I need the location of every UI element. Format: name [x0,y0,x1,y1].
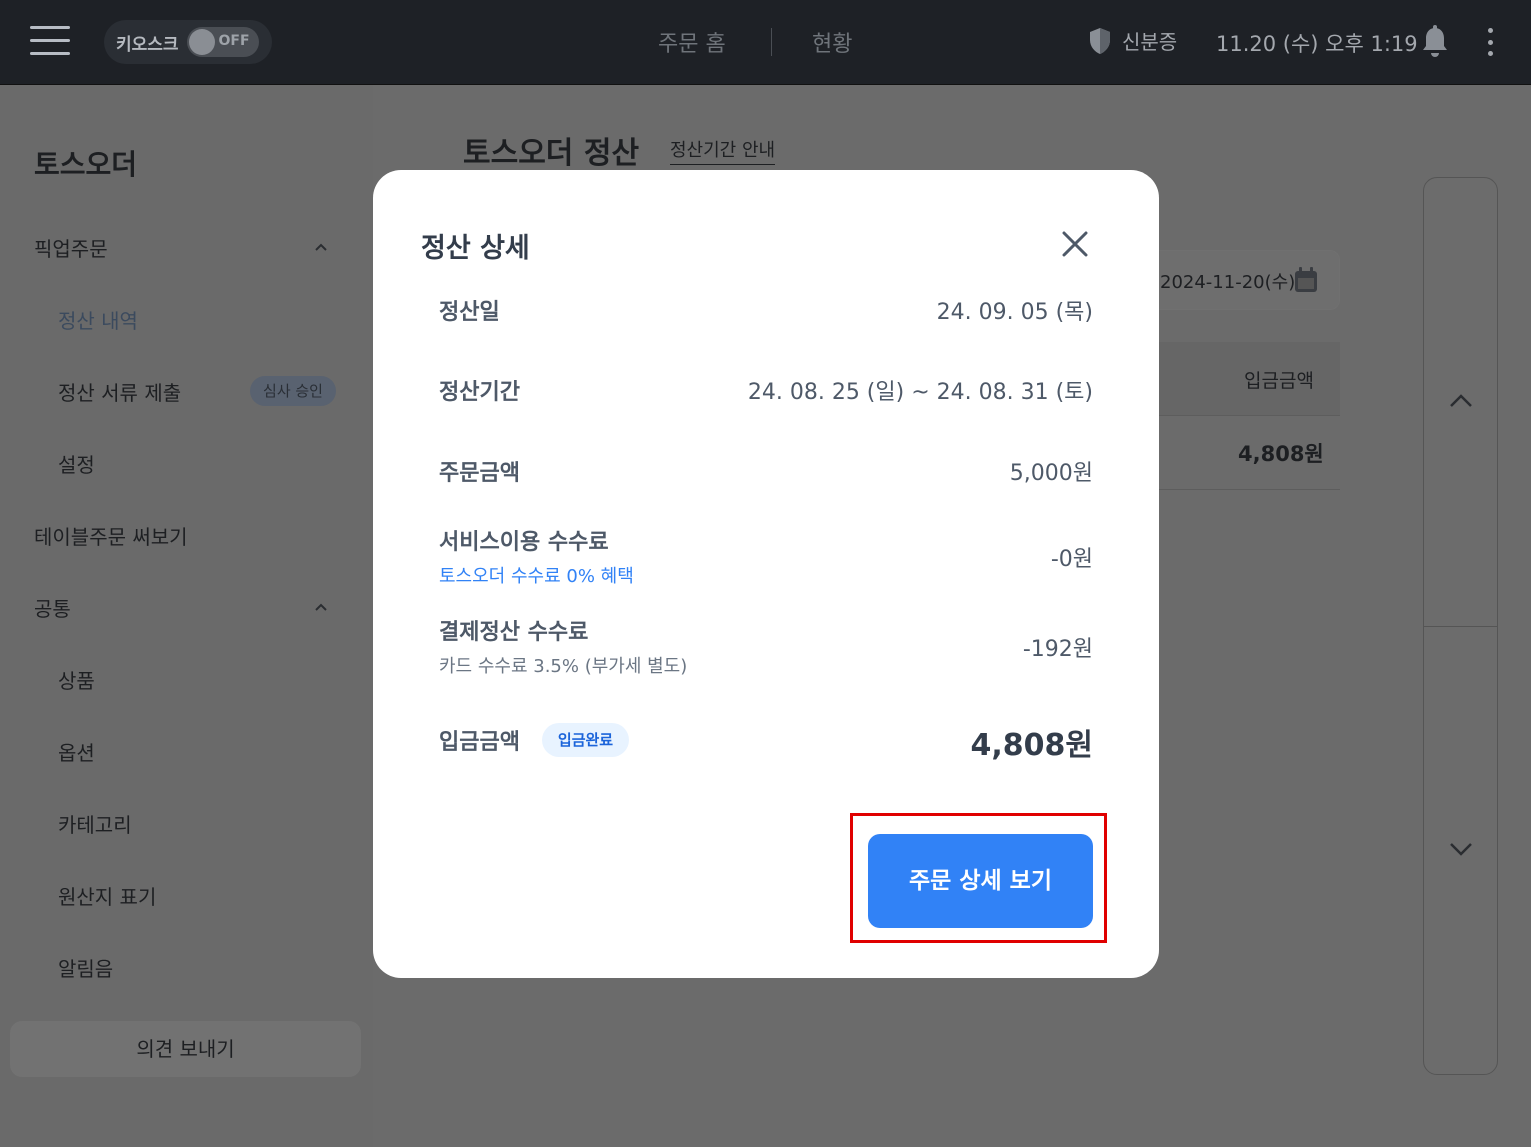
date-value: 2024-11-20(수) [1160,272,1296,293]
nav-divider [771,28,772,56]
bell-icon[interactable] [1420,25,1450,59]
order-amount-label: 주문금액 [439,461,520,486]
deposit-amount-label: 입금금액 [439,730,520,755]
settlement-period-value: 24. 08. 25 (일) ~ 24. 08. 31 (토) [747,380,1093,405]
datetime: 11.20 (수) 오후 1:19 [1216,32,1418,56]
chevron-down-icon[interactable] [1448,840,1474,858]
top-bar: 키오스크 OFF 주문 홈 현황 신분증 11.20 (수) 오후 1:19 [0,0,1531,85]
chevron-up-icon[interactable] [314,240,328,254]
calendar-icon[interactable] [1294,267,1318,293]
deposit-status-badge: 입금완료 [542,723,629,757]
sidebar-item-alarm[interactable]: 알림음 [58,953,113,982]
order-amount-value: 5,000원 [1009,461,1093,486]
feedback-button[interactable]: 의견 보내기 [10,1021,361,1077]
kiosk-toggle-state: OFF [218,33,250,49]
status-badge: 심사 승인 [250,376,336,406]
sidebar-item-categories[interactable]: 카테고리 [58,809,132,838]
payment-fee-value: -192원 [1022,637,1093,662]
service-fee-label: 서비스이용 수수료 [439,530,609,555]
kiosk-toggle-group[interactable]: 키오스크 OFF [104,20,272,64]
settlement-period-label: 정산기간 [439,380,520,405]
settlement-date-label: 정산일 [439,300,500,325]
menu-icon[interactable] [30,26,70,56]
column-header-amount: 입금금액 [1244,370,1314,392]
toggle-knob [188,29,215,55]
table-cell-amount: 4,808원 [1238,442,1324,466]
settlement-date-value: 24. 09. 05 (목) [936,300,1093,325]
chevron-up-icon[interactable] [1448,392,1474,410]
page-title: 토스오더 정산 [463,136,640,171]
close-icon[interactable] [1059,228,1091,260]
settlement-detail-modal: 정산 상세 정산일 24. 09. 05 (목) 정산기간 24. 08. 25… [373,170,1159,978]
kiosk-toggle[interactable]: OFF [186,27,259,57]
id-card-label: 신분증 [1122,30,1178,54]
chevron-up-icon[interactable] [314,600,328,614]
sidebar-title: 토스오더 [34,148,138,181]
more-icon[interactable] [1486,28,1494,56]
service-fee-benefit: 토스오더 수수료 0% 혜택 [439,566,634,587]
sidebar-item-settlement-history[interactable]: 정산 내역 [58,305,138,334]
sidebar-item-doc-submit[interactable]: 정산 서류 제출 [58,377,181,406]
order-detail-button[interactable]: 주문 상세 보기 [868,834,1093,928]
sidebar-item-products[interactable]: 상품 [58,665,95,694]
sidebar-item-common[interactable]: 공통 [34,593,71,622]
kiosk-label: 키오스크 [116,34,179,55]
nav-order-home[interactable]: 주문 홈 [658,26,726,58]
payment-fee-note: 카드 수수료 3.5% (부가세 별도) [439,656,688,677]
shield-icon [1090,27,1110,54]
sidebar-item-table-order[interactable]: 테이블주문 써보기 [34,521,188,550]
nav-status[interactable]: 현황 [812,26,852,58]
id-card-button[interactable]: 신분증 [1088,26,1177,55]
modal-title: 정산 상세 [421,233,530,264]
payment-fee-label: 결제정산 수수료 [439,620,589,645]
deposit-amount-value: 4,808원 [970,728,1094,763]
sidebar-item-settings[interactable]: 설정 [58,449,95,478]
sidebar-item-pickup[interactable]: 픽업주문 [34,233,108,262]
scroll-divider [1424,626,1497,627]
sidebar-item-origin[interactable]: 원산지 표기 [58,881,156,910]
sidebar-item-options[interactable]: 옵션 [58,737,95,766]
service-fee-value: -0원 [1050,547,1093,572]
period-info-link[interactable]: 정산기간 안내 [670,136,776,165]
sidebar: 토스오더 픽업주문 정산 내역 정산 서류 제출 심사 승인 설정 테이블주문 … [0,85,373,1147]
